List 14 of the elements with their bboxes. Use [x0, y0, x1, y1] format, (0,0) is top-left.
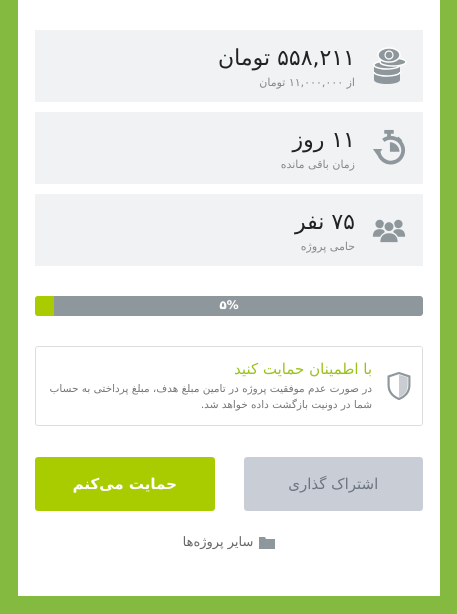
stat-caption: حامی پروژه — [300, 240, 355, 252]
stat-value: ۱۱ روز — [290, 126, 355, 154]
guarantee-text: در صورت عدم موفقیت پروژه در تامین مبلغ هدف، مبلغ پرداختی به حساب شما در دونیت بازگشت داده خواهد شد. — [48, 382, 372, 412]
share-button[interactable]: اشتراک گذاری — [244, 457, 423, 511]
stat-value: ۵۵۸,۲۱۱ تومان — [218, 44, 355, 72]
progress-label: ۵% — [219, 298, 239, 312]
other-projects-link[interactable]: سایر پروژه‌ها — [182, 535, 254, 550]
support-button[interactable]: حمایت می‌کنم — [35, 457, 214, 511]
stat-caption: زمان باقی مانده — [280, 158, 355, 170]
guarantee-title: با اطمینان حمایت کنید — [233, 360, 372, 378]
shield-icon — [386, 371, 412, 401]
stat-caption: از ۱۱,۰۰۰,۰۰۰ تومان — [258, 76, 355, 88]
folder-icon — [259, 536, 276, 549]
stat-value: ۷۵ نفر — [294, 208, 355, 236]
